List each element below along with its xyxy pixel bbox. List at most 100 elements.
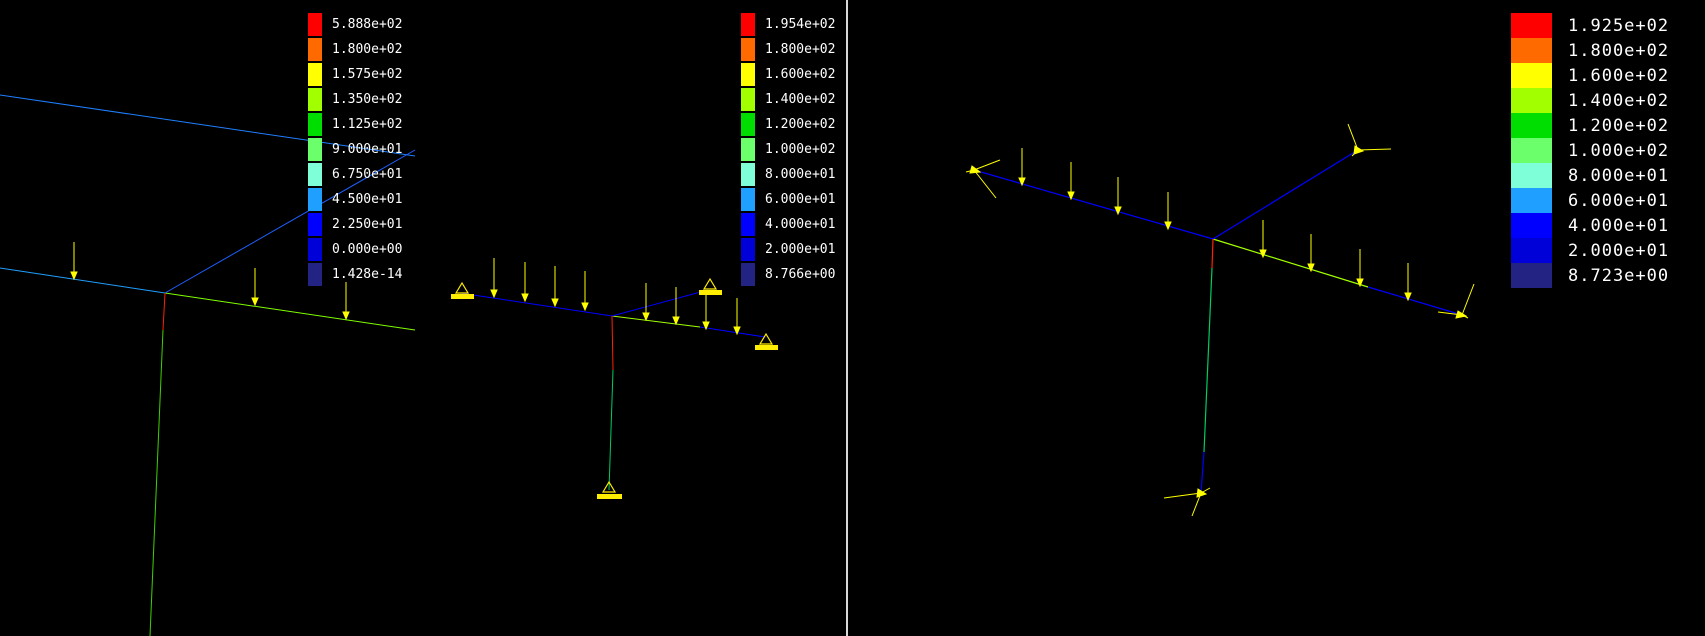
legend-color-swatch bbox=[1511, 163, 1552, 188]
frame-model-3 bbox=[965, 123, 1475, 517]
legend-entry: 6.000e+01 bbox=[1511, 188, 1669, 213]
legend-value-label: 1.400e+02 bbox=[765, 92, 836, 107]
legend-entry: 8.000e+01 bbox=[741, 163, 835, 186]
legend-entry: 1.925e+02 bbox=[1511, 13, 1669, 38]
column-element bbox=[1203, 267, 1213, 453]
legend-entry: 1.800e+02 bbox=[1511, 38, 1669, 63]
legend-entry: 6.000e+01 bbox=[741, 188, 835, 211]
beam-element bbox=[1367, 286, 1463, 316]
frame-model-2 bbox=[451, 258, 778, 499]
legend-color-swatch bbox=[308, 138, 322, 161]
legend-value-label: 1.000e+02 bbox=[765, 142, 836, 157]
legend-color-swatch bbox=[308, 38, 322, 61]
legend-entry: 1.600e+02 bbox=[1511, 63, 1669, 88]
beam-element bbox=[164, 292, 416, 331]
legend-entry: 1.200e+02 bbox=[741, 113, 835, 136]
legend-color-swatch bbox=[741, 238, 755, 261]
legend-color-swatch bbox=[1511, 188, 1552, 213]
legend-entry: 4.000e+01 bbox=[741, 213, 835, 236]
legend-value-label: 1.400e+02 bbox=[1568, 90, 1670, 111]
legend-value-label: 1.800e+02 bbox=[765, 42, 836, 57]
column-element bbox=[1211, 238, 1214, 269]
legend-entry: 1.000e+02 bbox=[1511, 138, 1669, 163]
beam-element bbox=[1212, 149, 1359, 240]
legend-color-swatch bbox=[308, 88, 322, 111]
legend-value-label: 1.925e+02 bbox=[1568, 15, 1670, 36]
legend-value-label: 4.000e+01 bbox=[1568, 215, 1670, 236]
legend-value-label: 1.200e+02 bbox=[1568, 115, 1670, 136]
viewport-left[interactable]: 5.888e+02 1.800e+02 1.575e+02 1.350e+02 1.12… bbox=[0, 0, 846, 636]
legend-entry: 5.888e+02 bbox=[308, 13, 402, 36]
legend-value-label: 1.428e-14 bbox=[332, 267, 403, 282]
legend-entry: 4.000e+01 bbox=[1511, 213, 1669, 238]
legend-color-swatch bbox=[741, 38, 755, 61]
legend-color-swatch bbox=[1511, 13, 1552, 38]
legend-value-label: 8.766e+00 bbox=[765, 267, 836, 282]
beam-element bbox=[459, 292, 613, 317]
beam-element bbox=[611, 315, 701, 328]
legend-value-label: 8.723e+00 bbox=[1568, 265, 1670, 286]
legend-color-swatch bbox=[741, 188, 755, 211]
legend-value-label: 6.000e+01 bbox=[1568, 190, 1670, 211]
legend-value-label: 8.000e+01 bbox=[1568, 165, 1670, 186]
legend-entry: 1.400e+02 bbox=[1511, 88, 1669, 113]
legend-entry: 1.800e+02 bbox=[308, 38, 402, 61]
legend-color-swatch bbox=[1511, 238, 1552, 263]
legend-entry: 4.500e+01 bbox=[308, 188, 402, 211]
legend-color-swatch bbox=[308, 188, 322, 211]
legend-entry: 1.125e+02 bbox=[308, 113, 402, 136]
legend-value-label: 8.000e+01 bbox=[765, 167, 836, 182]
legend-color-swatch bbox=[741, 63, 755, 86]
legend-entry: 8.766e+00 bbox=[741, 263, 835, 286]
legend-entry: 1.350e+02 bbox=[308, 88, 402, 111]
legend-value-label: 1.954e+02 bbox=[765, 17, 836, 32]
reaction-arrows bbox=[965, 123, 1475, 517]
column-element bbox=[162, 292, 166, 331]
legend-entry: 1.428e-14 bbox=[308, 263, 402, 286]
legend-entry: 2.000e+01 bbox=[741, 238, 835, 261]
legend-color-swatch bbox=[741, 138, 755, 161]
legend-color-swatch bbox=[741, 163, 755, 186]
legend-entry: 1.000e+02 bbox=[741, 138, 835, 161]
legend-value-label: 1.800e+02 bbox=[1568, 40, 1670, 61]
pinned-support-icon bbox=[451, 281, 474, 299]
legend-value-label: 6.000e+01 bbox=[765, 192, 836, 207]
legend-value-label: 1.125e+02 bbox=[332, 117, 403, 132]
legend-entry: 0.000e+00 bbox=[308, 238, 402, 261]
legend-value-label: 1.600e+02 bbox=[765, 67, 836, 82]
legend-color-swatch bbox=[1511, 88, 1552, 113]
legend-entry: 1.954e+02 bbox=[741, 13, 835, 36]
legend-color-swatch bbox=[741, 13, 755, 36]
beam-element bbox=[699, 326, 766, 338]
reaction-arrow-icon bbox=[1163, 487, 1211, 517]
legend-value-label: 6.750e+01 bbox=[332, 167, 403, 182]
legend-color-swatch bbox=[308, 163, 322, 186]
legend-color-swatch bbox=[741, 88, 755, 111]
legend-color-swatch bbox=[308, 13, 322, 36]
legend-value-label: 9.000e+01 bbox=[332, 142, 403, 157]
legend-value-label: 1.575e+02 bbox=[332, 67, 403, 82]
legend-color-swatch bbox=[308, 113, 322, 136]
legend-value-label: 4.000e+01 bbox=[765, 217, 836, 232]
legend-entry: 1.575e+02 bbox=[308, 63, 402, 86]
legend-entry: 1.800e+02 bbox=[741, 38, 835, 61]
legend-entry: 8.723e+00 bbox=[1511, 263, 1669, 288]
legend-color-swatch bbox=[1511, 113, 1552, 138]
legend-value-label: 1.350e+02 bbox=[332, 92, 403, 107]
beam-element bbox=[1212, 238, 1369, 288]
legend-entry: 1.400e+02 bbox=[741, 88, 835, 111]
legend-value-label: 0.000e+00 bbox=[332, 242, 403, 257]
legend-entry: 9.000e+01 bbox=[308, 138, 402, 161]
legend-color-swatch bbox=[1511, 138, 1552, 163]
legend-color-swatch bbox=[1511, 38, 1552, 63]
support-icons bbox=[451, 277, 778, 499]
viewport-right[interactable]: 1.925e+02 1.800e+02 1.600e+02 1.400e+02 1.20… bbox=[848, 0, 1705, 636]
column-element bbox=[149, 329, 164, 636]
legend-color-swatch bbox=[741, 263, 755, 286]
legend-value-label: 4.500e+01 bbox=[332, 192, 403, 207]
legend-value-label: 2.000e+01 bbox=[1568, 240, 1670, 261]
legend-entry: 6.750e+01 bbox=[308, 163, 402, 186]
beam-element bbox=[973, 169, 1214, 240]
column-element bbox=[608, 369, 614, 491]
legend-color-swatch bbox=[1511, 263, 1552, 288]
